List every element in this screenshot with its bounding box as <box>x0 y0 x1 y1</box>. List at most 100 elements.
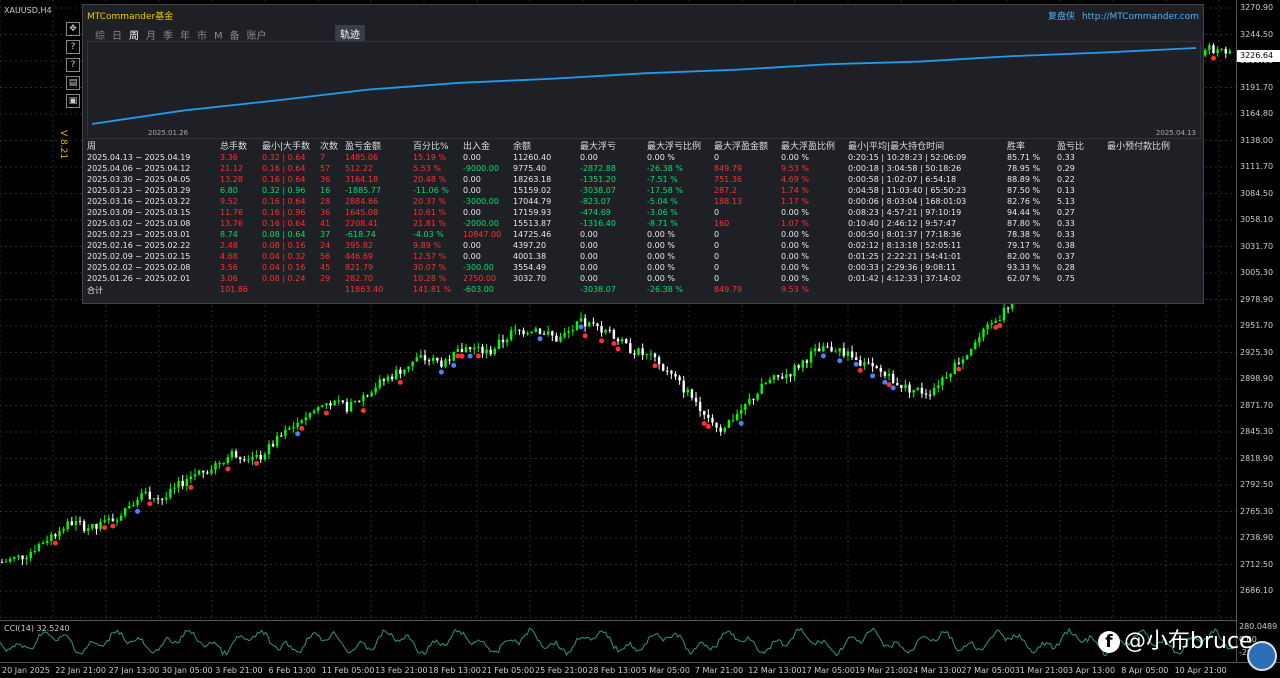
cell: 4.69 % <box>781 175 809 184</box>
cell: 0.00 % <box>647 263 675 272</box>
cell: 0.00 <box>580 274 598 283</box>
tab-9[interactable]: 账户 <box>247 27 267 42</box>
move-icon[interactable]: ✥ <box>66 22 80 36</box>
cell: -17.58 % <box>647 186 683 195</box>
candle-body <box>600 326 603 333</box>
cell: 0.08 | 0.64 <box>262 230 306 239</box>
tab-6[interactable]: 市 <box>197 27 207 42</box>
trade-marker <box>652 363 658 369</box>
cell: 13.76 <box>220 219 243 228</box>
cell: 11863.40 <box>345 285 384 294</box>
cell: 2884.86 <box>345 197 379 206</box>
cell: 最小|平均|最大持仓时间 <box>848 142 945 152</box>
candle-body <box>969 348 973 356</box>
candle-body <box>374 387 377 393</box>
candle-body <box>760 383 763 394</box>
list-icon[interactable]: ▤ <box>66 76 80 90</box>
cell: 0.00 % <box>647 230 675 239</box>
cell: 最大浮亏 <box>580 142 617 152</box>
candle-body <box>107 518 110 521</box>
candle-body <box>575 321 579 331</box>
cell: 94.44 % <box>1007 208 1041 217</box>
cell: -1885.77 <box>345 186 381 195</box>
help-icon[interactable]: ? <box>66 40 80 54</box>
cell: 18263.18 <box>513 175 552 184</box>
candle-body <box>715 422 718 428</box>
cell: 最大浮盈比例 <box>781 142 836 152</box>
cell: -7.51 % <box>647 175 678 184</box>
candle-body <box>764 383 768 385</box>
time-tick: 31 Mar 21:00 <box>1014 666 1069 675</box>
candle-body <box>62 529 65 531</box>
tab-5[interactable]: 年 <box>180 27 190 42</box>
candle-body <box>448 359 451 361</box>
candle-body <box>234 451 238 458</box>
candle-body <box>468 347 472 350</box>
grid-icon[interactable]: ▣ <box>66 94 80 108</box>
candle-body <box>481 346 484 354</box>
trade-marker <box>147 501 153 507</box>
candle-body <box>748 398 751 404</box>
table-row: 2025.03.16 ~ 2025.03.22 9.52 0.16 | 0.64 28… <box>83 197 1203 208</box>
cell: 0.00 <box>463 208 481 217</box>
cell: 0.22 <box>1057 175 1075 184</box>
candle-body <box>370 392 373 397</box>
candle-body <box>136 499 139 505</box>
cell: 14725.46 <box>513 230 552 239</box>
cell: 1.17 % <box>781 197 809 206</box>
cell: 2025.03.23 ~ 2025.03.29 <box>87 186 191 195</box>
candle-body <box>698 401 702 411</box>
candle-body <box>933 387 936 396</box>
candle-body <box>284 429 287 436</box>
time-tick: 10 Apr 21:00 <box>1174 666 1227 675</box>
cell: 1485.06 <box>345 153 379 162</box>
candle-body <box>399 369 402 374</box>
question-icon[interactable]: ? <box>66 58 80 72</box>
cell: 88.89 % <box>1007 175 1041 184</box>
website-link[interactable]: http://MTCommander.com <box>1082 12 1199 22</box>
tab-8[interactable]: 备 <box>230 27 240 42</box>
cell: 57 <box>320 164 331 173</box>
candle-body <box>25 557 28 560</box>
time-tick: 24 Mar 13:00 <box>908 666 962 675</box>
candle-body <box>275 435 279 447</box>
panel-links: 复盘侠 http://MTCommander.com <box>1048 9 1199 22</box>
cell: 0.00 % <box>781 241 809 250</box>
tab-4[interactable]: 季 <box>163 27 173 42</box>
cell: 9.53 % <box>781 164 809 173</box>
candle-body <box>608 329 611 331</box>
cell: 3164.18 <box>345 175 379 184</box>
candle-body <box>530 331 533 333</box>
candle-body <box>571 330 575 332</box>
fupan-link[interactable]: 复盘侠 <box>1048 12 1075 22</box>
time-tick: 5 Mar 05:00 <box>641 666 690 675</box>
candle-body <box>0 562 4 564</box>
cell: 0.00 % <box>781 153 809 162</box>
cell: 849.79 <box>714 164 742 173</box>
price-tick: 2712.50 <box>1240 559 1274 569</box>
tab-0[interactable]: 综 <box>95 27 105 42</box>
watermark-text: @小布bruce <box>1124 629 1253 654</box>
candle-body <box>637 348 640 355</box>
candle-body <box>978 337 981 343</box>
tab-1[interactable]: 日 <box>112 27 122 42</box>
candle-body <box>567 331 570 333</box>
cell: 5.13 <box>1057 197 1075 206</box>
tab-trace[interactable]: 轨迹 <box>335 25 365 42</box>
candle-body <box>703 410 706 415</box>
price-tick: 2686.10 <box>1240 586 1274 595</box>
cell: 0 <box>714 153 720 162</box>
trade-marker <box>870 373 876 379</box>
candle-body <box>551 331 554 336</box>
cell: 0.04 | 0.16 <box>262 263 306 272</box>
candle-body <box>555 335 558 342</box>
cci-path <box>0 627 1237 657</box>
candle-body <box>633 353 636 355</box>
cell: 3032.70 <box>513 274 547 283</box>
candle-body <box>304 417 308 421</box>
cell: 周 <box>87 142 97 152</box>
candle-body <box>423 355 427 361</box>
price-tick: 3164.80 <box>1240 109 1274 118</box>
tab-2[interactable]: 周 <box>129 27 139 42</box>
tab-3[interactable]: 月 <box>146 27 156 42</box>
